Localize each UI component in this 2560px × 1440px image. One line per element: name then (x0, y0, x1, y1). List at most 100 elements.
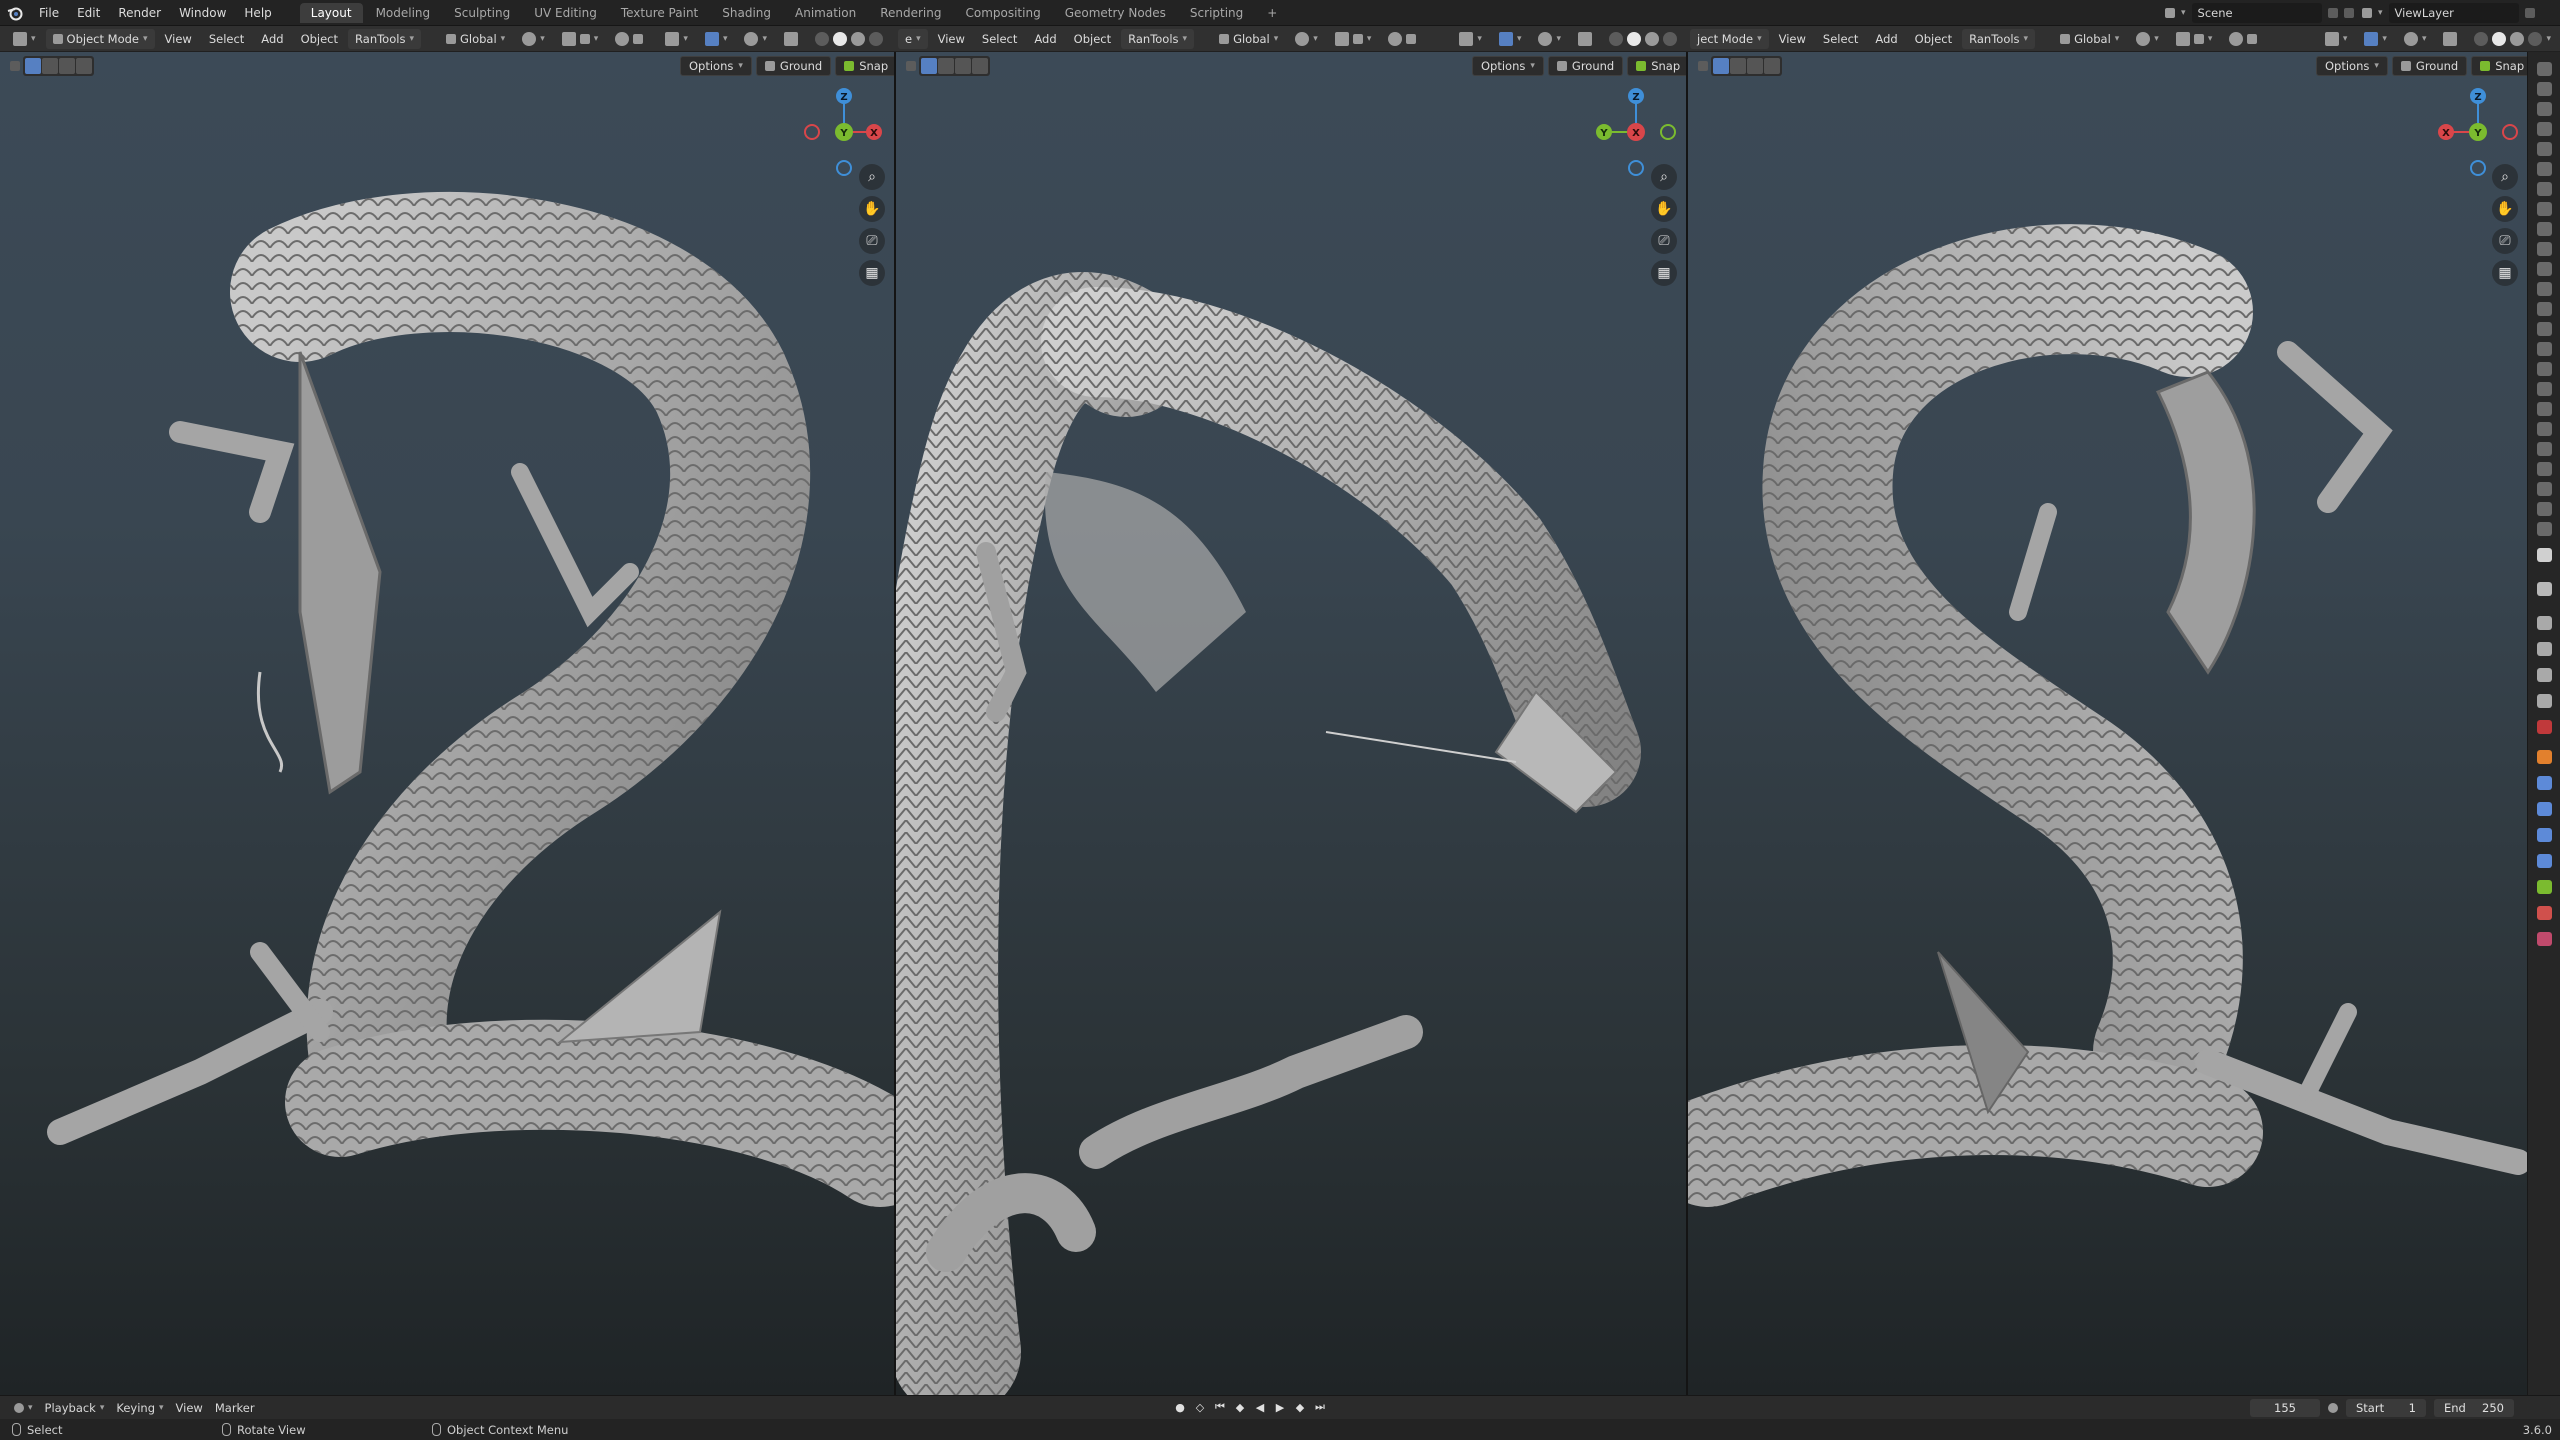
camera-visibility-icon[interactable] (2537, 162, 2552, 176)
shading-modes[interactable] (1602, 29, 1684, 49)
overlay-toggle[interactable]: ▾ (737, 29, 774, 49)
select-extend-icon[interactable] (938, 58, 954, 74)
select-new-icon[interactable] (1713, 58, 1729, 74)
camera-visibility-icon[interactable] (2537, 142, 2552, 156)
camera-icon[interactable]: ⎚ (2492, 228, 2518, 254)
tab-sculpting[interactable]: Sculpting (443, 3, 521, 23)
current-frame-field[interactable]: 155 (2250, 1399, 2320, 1417)
camera-visibility-icon[interactable] (2537, 62, 2552, 76)
copy-view-layer-icon[interactable] (2524, 8, 2535, 18)
camera-visibility-icon[interactable] (2537, 182, 2552, 196)
shading-modes[interactable] (808, 29, 890, 49)
camera-visibility-icon[interactable] (2537, 342, 2552, 356)
play-reverse-icon[interactable]: ◀ (1252, 1399, 1268, 1415)
pan-hand-icon[interactable]: ✋ (2492, 196, 2518, 222)
wireframe-shading-icon[interactable] (2474, 32, 2489, 46)
options-dropdown[interactable]: Options ▾ (680, 56, 752, 76)
pan-hand-icon[interactable]: ✋ (1651, 196, 1677, 222)
object-properties-icon[interactable] (2537, 750, 2552, 764)
ground-button[interactable]: Ground (1547, 56, 1624, 76)
menu-add[interactable]: Add (254, 29, 290, 49)
pan-hand-icon[interactable]: ✋ (859, 196, 885, 222)
select-extend-icon[interactable] (1730, 58, 1746, 74)
next-keyframe-icon[interactable]: ◆ (1292, 1399, 1308, 1415)
grid-icon[interactable]: ▦ (859, 260, 885, 286)
snap-button[interactable]: Snap (835, 56, 894, 76)
jump-start-icon[interactable]: ⏮ (1212, 1399, 1228, 1415)
menu-file[interactable]: File (30, 0, 68, 26)
gizmo-toggle[interactable]: ▾ (698, 29, 735, 49)
camera-visibility-icon[interactable] (2537, 402, 2552, 416)
camera-visibility-icon[interactable] (2537, 362, 2552, 376)
physics-icon[interactable] (2537, 828, 2552, 842)
options-dropdown[interactable]: Options ▾ (1472, 56, 1544, 76)
camera-visibility-icon[interactable] (2537, 382, 2552, 396)
dragon-sculpt-model[interactable] (0, 52, 894, 1395)
menu-render[interactable]: Render (109, 0, 170, 26)
camera-visibility-icon[interactable] (2537, 442, 2552, 456)
select-new-icon[interactable] (921, 58, 937, 74)
viewport-left[interactable]: Options ▾ Ground Snap Z X Y ⌕ ✋ ⎚ ▦ (0, 52, 894, 1395)
camera-visibility-icon[interactable] (2537, 222, 2552, 236)
tab-texture-paint[interactable]: Texture Paint (610, 3, 709, 23)
tab-shading[interactable]: Shading (711, 3, 782, 23)
orientation-dropdown[interactable]: Global ▾ (2053, 29, 2126, 49)
camera-visibility-icon[interactable] (2537, 122, 2552, 136)
copy-scene-icon[interactable] (2327, 8, 2338, 18)
ground-button[interactable]: Ground (755, 56, 832, 76)
render-properties-icon[interactable] (2537, 616, 2552, 630)
gizmo-neg-z-axis[interactable] (836, 160, 852, 176)
play-icon[interactable]: ▶ (1272, 1399, 1288, 1415)
viewport-middle[interactable]: Options ▾ Ground Snap Z Y X ⌕ ✋ ⎚ ▦ (896, 52, 1686, 1395)
tab-uv-editing[interactable]: UV Editing (523, 3, 608, 23)
toolbar-toggle-icon[interactable] (10, 61, 20, 71)
camera-visibility-icon[interactable] (2537, 322, 2552, 336)
camera-icon[interactable]: ⎚ (1651, 228, 1677, 254)
tab-scripting[interactable]: Scripting (1179, 3, 1254, 23)
xray-toggle[interactable] (777, 29, 805, 49)
start-frame-field[interactable]: Start 1 (2346, 1399, 2426, 1417)
orientation-dropdown[interactable]: Global ▾ (439, 29, 512, 49)
remove-scene-icon[interactable] (2343, 8, 2354, 18)
menu-add[interactable]: Add (1868, 29, 1904, 49)
end-frame-field[interactable]: End 250 (2434, 1399, 2514, 1417)
tab-compositing[interactable]: Compositing (954, 3, 1051, 23)
rantools-menu[interactable]: RanTools ▾ (348, 29, 421, 49)
pivot-dropdown[interactable]: ▾ (2129, 29, 2166, 49)
camera-visibility-icon[interactable] (2537, 422, 2552, 436)
ground-button[interactable]: Ground (2391, 56, 2468, 76)
viewport-right[interactable]: Options ▾ Ground Snap Z X Y ⌕ ✋ ⎚ ▦ (1688, 52, 2527, 1395)
snap-button[interactable]: Snap (1627, 56, 1686, 76)
material-shading-icon[interactable] (2510, 32, 2525, 46)
menu-select[interactable]: Select (202, 29, 251, 49)
scene-field[interactable]: Scene (2191, 3, 2322, 23)
select-extend-icon[interactable] (42, 58, 58, 74)
gizmo-neg-z-axis[interactable] (2470, 160, 2486, 176)
snap-toggle[interactable]: ▾ (2169, 29, 2220, 49)
camera-visibility-icon[interactable] (2537, 282, 2552, 296)
tab-animation[interactable]: Animation (784, 3, 867, 23)
timeline-editor-type[interactable]: ▾ (8, 1402, 39, 1413)
timeline-view-menu[interactable]: View (170, 1401, 209, 1415)
playback-menu[interactable]: Playback ▾ (39, 1401, 111, 1415)
camera-visibility-icon[interactable] (2537, 302, 2552, 316)
options-dropdown[interactable]: Options ▾ (2316, 56, 2388, 76)
grid-icon[interactable]: ▦ (1651, 260, 1677, 286)
mode-dropdown[interactable]: Object Mode ▾ (45, 29, 155, 49)
add-workspace-button[interactable]: + (1256, 3, 1288, 23)
keying-menu[interactable]: Keying ▾ (110, 1401, 169, 1415)
camera-visibility-icon[interactable] (2537, 102, 2552, 116)
menu-select[interactable]: Select (975, 29, 1024, 49)
grid-icon[interactable]: ▦ (2492, 260, 2518, 286)
overlay-toggle[interactable]: ▾ (1531, 29, 1568, 49)
camera-visibility-icon[interactable] (2537, 462, 2552, 476)
toolbar-toggle-icon[interactable] (1698, 61, 1708, 71)
select-new-icon[interactable] (25, 58, 41, 74)
wireframe-shading-icon[interactable] (1609, 32, 1623, 46)
camera-visibility-icon[interactable] (2537, 262, 2552, 276)
visibility-dropdown[interactable]: ▾ (2318, 29, 2355, 49)
xray-toggle[interactable] (1571, 29, 1599, 49)
blender-logo-icon[interactable] (0, 0, 30, 26)
jump-end-icon[interactable]: ⏭ (1312, 1399, 1328, 1415)
proportional-toggle[interactable] (2222, 29, 2264, 49)
